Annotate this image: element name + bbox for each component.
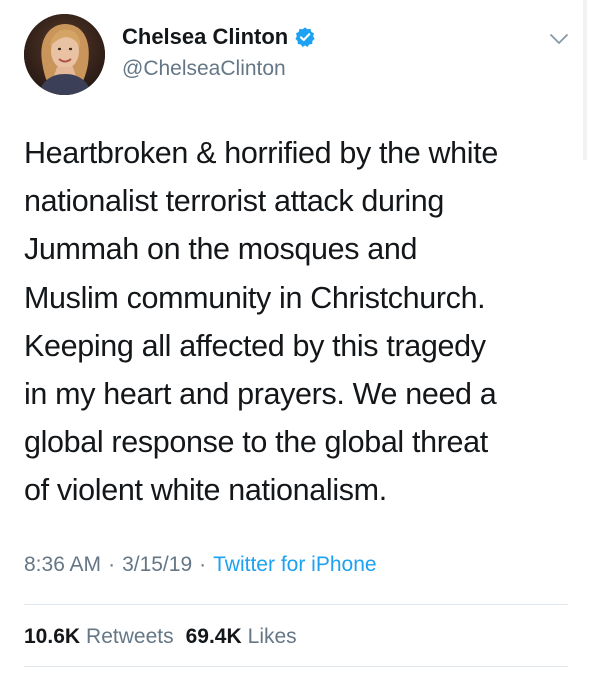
retweets-label: Retweets <box>86 625 174 648</box>
display-name[interactable]: Chelsea Clinton <box>122 24 288 50</box>
tweet-text: Heartbroken & horrified by the white nat… <box>24 136 498 508</box>
meta-separator: · <box>108 553 116 576</box>
chevron-down-icon[interactable] <box>549 32 569 46</box>
scrollbar-track <box>583 0 587 160</box>
author-handle[interactable]: @ChelseaClinton <box>122 56 286 82</box>
likes-count: 69.4K <box>185 625 242 648</box>
meta-separator: · <box>199 553 207 576</box>
tweet-time[interactable]: 8:36 AM <box>24 551 101 579</box>
likes-label: Likes <box>247 625 297 648</box>
likes-stat[interactable]: 69.4K Likes <box>186 623 297 651</box>
tweet-meta: 8:36 AM · 3/15/19 · Twitter for iPhone <box>24 551 377 579</box>
retweets-count: 10.6K <box>24 625 81 648</box>
verified-badge-icon <box>294 26 316 48</box>
tweet-stats: 10.6K Retweets 69.4K Likes <box>24 623 297 651</box>
divider <box>24 604 568 605</box>
tweet-card: Chelsea Clinton @ChelseaClinton Heartbro… <box>0 0 590 674</box>
profile-photo-icon <box>24 14 105 95</box>
tweet-source-link[interactable]: Twitter for iPhone <box>213 551 376 579</box>
retweets-stat[interactable]: 10.6K Retweets <box>24 623 174 651</box>
tweet-date[interactable]: 3/15/19 <box>122 551 192 579</box>
avatar[interactable] <box>24 14 105 95</box>
divider <box>24 666 568 667</box>
author-name-row[interactable]: Chelsea Clinton <box>122 24 316 50</box>
